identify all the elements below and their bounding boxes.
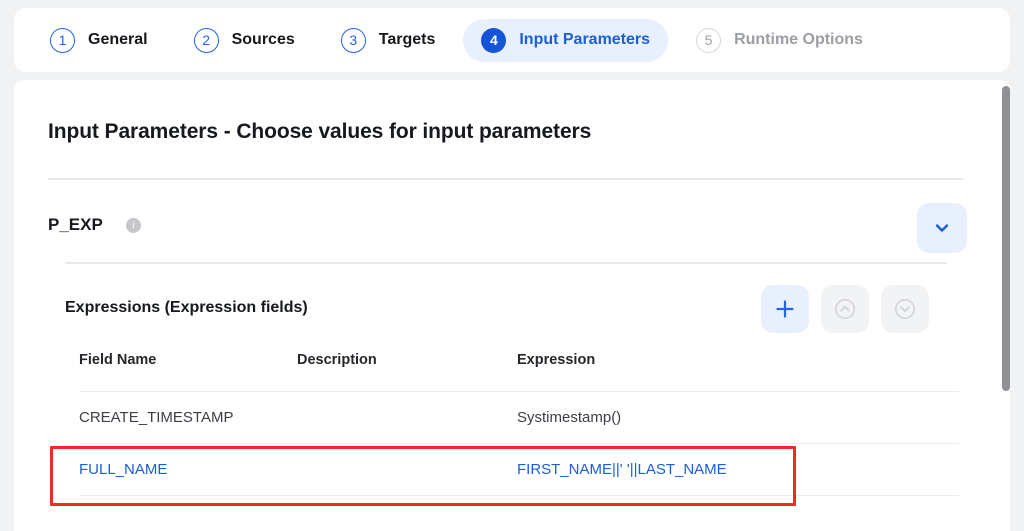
cell-field-name-link[interactable]: FULL_NAME: [79, 461, 297, 478]
plus-icon: [776, 300, 794, 318]
step-input-parameters[interactable]: 4 Input Parameters: [463, 18, 669, 62]
input-parameters-panel: Input Parameters - Choose values for inp…: [14, 80, 1010, 531]
table-row[interactable]: FULL_NAME FIRST_NAME||' '||LAST_NAME: [79, 444, 959, 496]
cell-expression-link[interactable]: FIRST_NAME||' '||LAST_NAME: [517, 461, 959, 478]
expressions-section-header: Expressions (Expression fields): [65, 285, 947, 339]
circle-chevron-up-icon: [835, 299, 855, 319]
step-number-3: 3: [340, 27, 366, 53]
step-runtime-options: 5 Runtime Options: [678, 19, 881, 62]
move-up-button: [821, 285, 869, 333]
parameter-name: P_EXP: [48, 215, 103, 234]
step-label-runtime-options: Runtime Options: [734, 31, 863, 48]
move-down-button: [881, 285, 929, 333]
cell-expression: Systimestamp(): [517, 409, 622, 426]
info-icon[interactable]: i: [126, 218, 141, 233]
column-header-field-name: Field Name: [79, 352, 157, 368]
cell-field-name: CREATE_TIMESTAMP: [79, 409, 234, 426]
divider: [65, 262, 947, 264]
vertical-scrollbar[interactable]: [1000, 82, 1010, 531]
parameter-header-p-exp: P_EXP i: [48, 203, 967, 267]
wizard-stepper: 1 General 2 Sources 3 Targets 4 Input Pa…: [14, 8, 1010, 72]
step-number-5: 5: [696, 27, 722, 53]
step-sources[interactable]: 2 Sources: [176, 19, 313, 62]
step-label-general: General: [88, 31, 148, 48]
step-number-2: 2: [193, 27, 219, 53]
page-title: Input Parameters - Choose values for inp…: [48, 120, 592, 143]
step-label-targets: Targets: [378, 31, 436, 48]
step-general[interactable]: 1 General: [32, 19, 166, 62]
add-expression-button[interactable]: [761, 285, 809, 333]
table-header-row: Field Name Description Expression: [79, 350, 959, 392]
step-targets[interactable]: 3 Targets: [323, 19, 454, 62]
expressions-toolbar: [761, 285, 929, 333]
column-header-expression: Expression: [517, 352, 596, 368]
step-label-input-parameters: Input Parameters: [519, 31, 651, 48]
scrollbar-thumb[interactable]: [1002, 86, 1010, 391]
expressions-table: Field Name Description Expression CREATE…: [79, 350, 959, 496]
table-row[interactable]: CREATE_TIMESTAMP Systimestamp(): [79, 392, 959, 444]
expressions-title: Expressions (Expression fields): [65, 299, 308, 316]
step-label-sources: Sources: [231, 31, 295, 48]
collapse-toggle-button[interactable]: [917, 203, 967, 253]
step-number-1: 1: [50, 27, 75, 53]
chevron-down-icon: [935, 224, 949, 232]
divider: [48, 178, 963, 180]
circle-chevron-down-icon: [895, 299, 915, 319]
column-header-description: Description: [297, 352, 377, 368]
step-number-4: 4: [481, 27, 507, 53]
